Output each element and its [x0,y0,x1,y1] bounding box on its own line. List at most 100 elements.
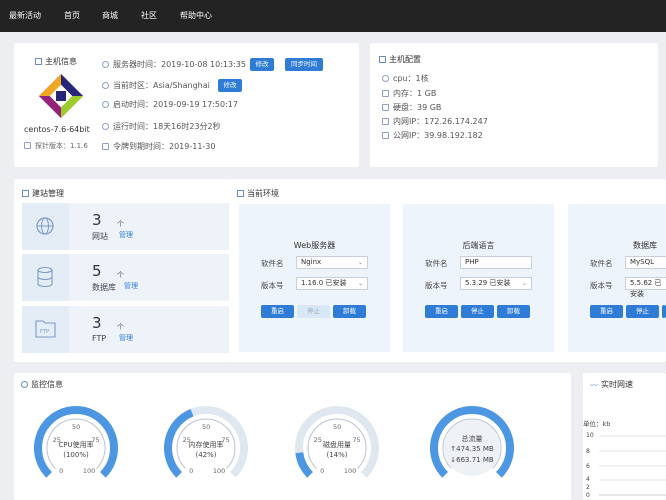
site-stat-databases: 5 个 数据库 管理 [22,254,234,301]
cpu-icon [382,75,389,82]
gauge-value: (100%) [63,451,89,459]
host-info-card: 主机信息 centos-7.6-64bit 探针版本：1.1.6 服务器时间：2… [14,43,359,167]
ftp-label: FTP [92,334,107,343]
net-y-4: 4 [586,476,590,483]
ftp-manage-link[interactable]: 管理 [119,333,133,343]
gauge-tick-0: 0 [320,466,325,475]
website-unit: 个 [117,220,124,228]
config-memory: 内存：1 GB [382,88,436,99]
net-unit-label: 单位：kb [583,420,611,428]
db-software-label: 软件名 [590,259,613,268]
top-navbar: 最新活动 首页 商城 社区 帮助中心 [0,0,666,32]
total-traffic-gauge: 总流量 ↑474.35 MB ↓663.71 MB [427,398,517,498]
db-restart-button[interactable]: 重启 [590,305,623,318]
backend-heading: 后端语言 [462,241,495,250]
env-web-server: Web服务器 软件名 Nginx ⌄ 版本号 1.16.0 已安装 ⌄ 重启 停止 … [239,204,390,352]
modify-time-button[interactable]: 修改 [250,58,274,71]
gauge-tick-50: 50 [202,423,211,431]
website-manage-link[interactable]: 管理 [119,230,133,240]
modify-timezone-button[interactable]: 修改 [218,79,242,92]
web-version-select[interactable]: 1.16.0 已安装 ⌄ [296,277,368,290]
uptime: 运行时间：18天16时23分2秒 [102,121,221,132]
backend-software-field[interactable]: PHP [460,256,532,269]
net-y-10: 10 [586,432,594,439]
net-speed-title: 〰实时网速 [590,380,633,390]
ftp-unit: 个 [117,323,124,331]
chevron-down-icon: ⌄ [521,280,527,287]
db-stop-button[interactable]: 停止 [626,305,659,318]
net-y-8: 8 [586,448,590,455]
ftp-count: 3 [92,314,102,332]
clock-icon [102,82,109,89]
token-expire: 令牌到期时间：2019-11-30 [102,141,216,152]
globe-icon [382,132,389,139]
db-uninstall-button[interactable] [662,305,666,318]
traffic-up: ↑474.35 MB [450,445,494,453]
nav-shop[interactable]: 商城 [102,10,118,21]
gauge-tick-50: 50 [72,423,81,431]
net-speed-gridlines [599,435,666,496]
web-uninstall-button[interactable]: 卸载 [333,305,366,318]
website-label: 网站 [92,232,108,241]
env-database: 数据库 软件名 MySQL 版本号 5.5.62 已安装 重启 停止 [568,204,666,352]
monitor-card: 监控信息 0 25 50 75 100 CPU使用率 (100%) 0 25 50 75 100 内存使… [14,373,571,500]
timezone: 当前时区：Asia/Shanghai [102,80,210,91]
os-name: centos-7.6-64bit [24,125,90,134]
backend-uninstall-button[interactable]: 卸载 [497,305,530,318]
web-stop-button[interactable]: 停止 [297,305,330,318]
config-private-ip: 内网IP：172.26.174.247 [382,116,488,127]
gauge-value: (14%) [326,451,348,459]
gauge-label: CPU使用率 [58,441,94,449]
host-info-title: 主机信息 [35,56,77,67]
web-software-label: 软件名 [261,259,284,268]
power-icon [102,101,109,108]
gauge-label: 内存使用率 [188,441,224,449]
gauge-tick-100: 100 [343,466,357,475]
gauge-tick-0: 0 [189,466,194,475]
web-software-select[interactable]: Nginx ⌄ [296,256,368,269]
environment-title: 当前环境 [237,188,279,199]
gauge-value: (42%) [195,451,217,459]
nav-help-center[interactable]: 帮助中心 [180,10,212,21]
db-version-select[interactable]: 5.5.62 已安装 [625,277,666,298]
backend-version-select[interactable]: 5.3.29 已安装 ⌄ [460,277,532,290]
gauge-tick-0: 0 [59,466,64,475]
probe-icon [24,142,31,149]
env-backend-language: 后端语言 软件名 PHP 版本号 5.3.29 已安装 ⌄ 重启 停止 卸载 [403,204,554,352]
database-count: 5 [92,262,102,280]
gauge-tick-100: 100 [82,466,96,475]
traffic-down: ↓663.71 MB [450,456,494,464]
timer-icon [102,123,109,130]
db-software-select[interactable]: MySQL [625,256,666,269]
gauge-tick-100: 100 [212,466,226,475]
website-count: 3 [92,211,102,229]
database-unit: 个 [117,271,124,279]
web-restart-button[interactable]: 重启 [261,305,294,318]
nav-latest-activity[interactable]: 最新活动 [9,10,41,21]
backend-software-label: 软件名 [425,259,448,268]
sync-time-button[interactable]: 同步时间 [285,58,323,71]
backend-version-label: 版本号 [425,281,448,290]
backend-restart-button[interactable]: 重启 [425,305,458,318]
memory-usage-gauge: 0 25 50 75 100 内存使用率 (42%) [161,398,251,498]
db-version-label: 版本号 [590,281,613,290]
monitor-title: 监控信息 [21,379,63,390]
host-config-title: 主机配置 [379,54,421,65]
server-time: 服务器时间：2019-10-08 10:13:35 [102,59,246,70]
config-cpu: cpu：1核 [382,73,429,84]
server-icon [102,61,109,68]
site-management-card: 建站管理 3 个 网站 管理 5 个 数据库 管理 FTP 3 个 FTP 管理 [14,179,234,362]
calendar-icon [102,143,109,150]
database-heading: 数据库 [633,241,657,250]
database-icon [22,254,69,301]
disk-usage-gauge: 0 25 50 75 100 磁盘用量 (14%) [292,398,382,498]
backend-stop-button[interactable]: 停止 [461,305,494,318]
net-y-6: 6 [586,463,590,470]
net-y-2: 2 [586,484,590,491]
database-manage-link[interactable]: 管理 [124,281,138,291]
nav-community[interactable]: 社区 [141,10,157,21]
nav-home[interactable]: 首页 [64,10,80,21]
cpu-usage-gauge: 0 25 50 75 100 CPU使用率 (100%) [31,398,121,498]
boot-time: 启动时间：2019-09-19 17:50:17 [102,99,238,110]
network-icon [382,118,389,125]
